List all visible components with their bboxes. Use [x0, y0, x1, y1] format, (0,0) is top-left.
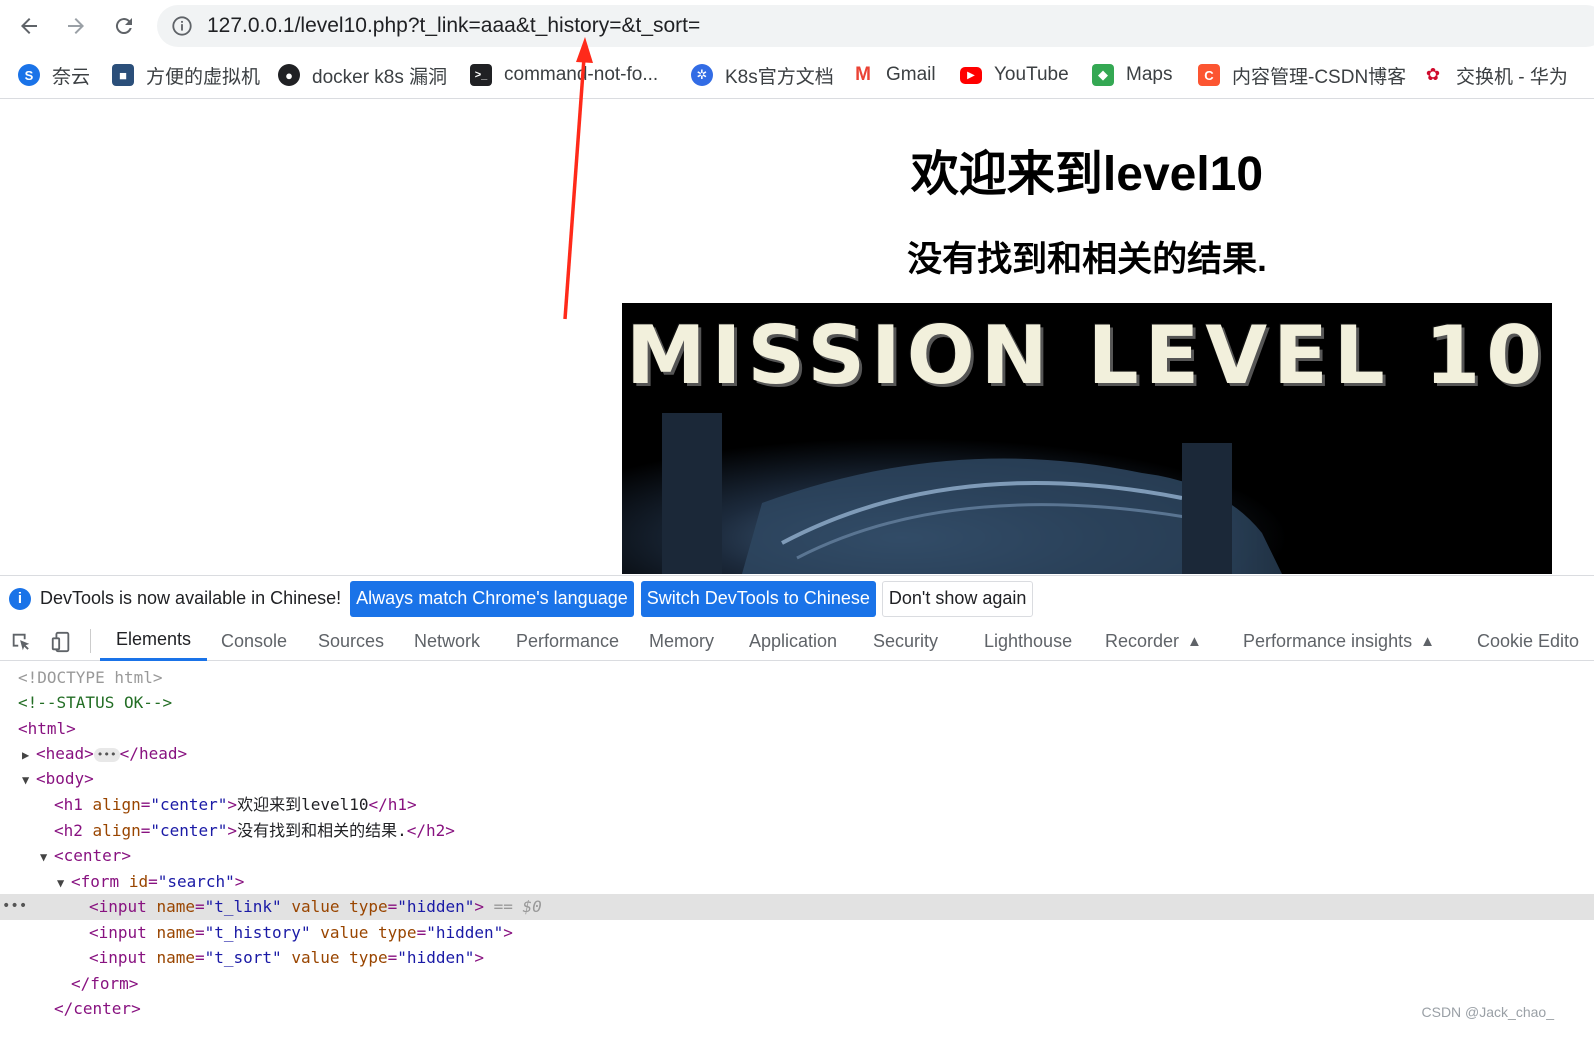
dom-node-input-t-history[interactable]: <input name="t_history" value type="hidd… [0, 920, 1594, 946]
maps-icon: ◆ [1092, 64, 1114, 86]
toolbar-divider [90, 629, 91, 653]
arrow-right-icon [68, 18, 84, 34]
bookmark-docker[interactable]: ● docker k8s 漏洞 [278, 61, 447, 89]
page-viewport: 欢迎来到level10 没有找到和相关的结果. MISSION LEVEL 10 [0, 100, 1594, 574]
bookmark-label: command-not-fo... [504, 64, 659, 85]
bookmark-maps[interactable]: ◆ Maps [1092, 61, 1172, 89]
tab-recorder[interactable]: Recorder ▲ [1105, 621, 1202, 661]
url-text[interactable]: 127.0.0.1/level10.php?t_link=aaa&t_histo… [207, 14, 700, 38]
tab-cookie-editor[interactable]: Cookie Edito [1477, 621, 1579, 661]
bookmarks-bar: S 奈云 ■ 方便的虚拟机 ● docker k8s 漏洞 >_ command… [0, 52, 1594, 99]
reload-button[interactable] [106, 8, 142, 44]
tab-elements[interactable]: Elements [100, 621, 208, 661]
dom-node-head[interactable]: ▶ <head> ••• </head> [0, 741, 1594, 767]
page-heading: 欢迎来到level10 [910, 148, 1264, 201]
forward-button[interactable] [58, 8, 94, 44]
dom-node-center[interactable]: ▼ <center> [0, 843, 1594, 869]
experiment-flask-icon: ▲ [1420, 632, 1435, 650]
devtools-tabbar: Elements Console Sources Network Perform… [0, 621, 1594, 661]
mission-banner-image: MISSION LEVEL 10 [622, 303, 1552, 574]
browser-toolbar: 127.0.0.1/level10.php?t_link=aaa&t_histo… [0, 0, 1594, 52]
kubernetes-icon: ✲ [691, 64, 713, 86]
banner-title: MISSION LEVEL 10 [626, 309, 1548, 402]
info-icon: i [9, 587, 31, 610]
expand-triangle-icon[interactable]: ▶ [22, 743, 36, 769]
tab-security[interactable]: Security [873, 621, 938, 661]
elements-dom-tree: <!DOCTYPE html> <!--STATUS OK--> <html> … [0, 664, 1594, 1046]
bookmark-gmail[interactable]: M Gmail [852, 61, 936, 89]
bookmark-label: YouTube [994, 64, 1069, 85]
cursor-select-icon [12, 633, 30, 651]
bookmark-label: Gmail [886, 64, 936, 85]
info-icon[interactable] [171, 15, 193, 37]
tab-performance-insights[interactable]: Performance insights ▲ [1243, 621, 1435, 661]
dom-node-html[interactable]: <html> [0, 716, 1594, 742]
ellipsis-icon[interactable]: ••• [93, 747, 120, 762]
bookmark-label: Maps [1126, 64, 1173, 85]
bookmark-label: 交换机 - 华为 [1456, 66, 1568, 88]
dom-node-center-close[interactable]: </center> [0, 996, 1594, 1022]
github-icon: ● [278, 64, 300, 86]
tab-application[interactable]: Application [749, 621, 837, 661]
bookmark-label: K8s官方文档 [725, 66, 834, 88]
bookmark-label: 内容管理-CSDN博客 [1232, 66, 1407, 88]
always-match-language-button[interactable]: Always match Chrome's language [350, 580, 634, 617]
tab-recorder-label: Recorder [1105, 630, 1180, 651]
terminal-icon: >_ [470, 64, 492, 86]
devtools-language-infobar: i DevTools is now available in Chinese! … [0, 575, 1594, 621]
dom-node-h2[interactable]: <h2 align="center">没有找到和相关的结果.</h2> [0, 818, 1594, 844]
bookmark-vm[interactable]: ■ 方便的虚拟机 [112, 61, 260, 89]
dom-node-form[interactable]: ▼ <form id="search"> [0, 869, 1594, 895]
switch-to-chinese-button[interactable]: Switch DevTools to Chinese [640, 580, 876, 617]
more-options-icon[interactable]: ••• [2, 894, 27, 920]
arrow-left-icon [21, 18, 37, 34]
dont-show-again-button[interactable]: Don't show again [881, 580, 1034, 617]
bookmark-youtube[interactable]: ▶ YouTube [960, 61, 1069, 89]
tab-sources[interactable]: Sources [318, 621, 384, 661]
dom-node-doctype[interactable]: <!DOCTYPE html> [0, 665, 1594, 691]
reload-icon [115, 18, 132, 35]
dom-node-form-close[interactable]: </form> [0, 971, 1594, 997]
back-button[interactable] [11, 8, 47, 44]
tab-memory[interactable]: Memory [649, 621, 714, 661]
bookmark-huawei[interactable]: ✿ 交换机 - 华为 [1422, 61, 1568, 89]
naiyun-icon: S [18, 64, 40, 86]
tab-console[interactable]: Console [221, 621, 287, 661]
bookmark-naiyun[interactable]: S 奈云 [18, 61, 90, 89]
csdn-watermark: CSDN @Jack_chao_ [1421, 1004, 1555, 1020]
dom-node-h1[interactable]: <h1 align="center">欢迎来到level10</h1> [0, 792, 1594, 818]
box-icon: ■ [112, 64, 134, 86]
infobar-message: DevTools is now available in Chinese! [40, 588, 342, 608]
collapse-triangle-icon[interactable]: ▼ [40, 845, 54, 871]
bookmark-k8s[interactable]: ✲ K8s官方文档 [691, 61, 834, 89]
csdn-icon: C [1198, 64, 1220, 86]
device-icon [51, 631, 70, 653]
dom-node-body[interactable]: ▼ <body> [0, 766, 1594, 792]
dom-node-comment[interactable]: <!--STATUS OK--> [0, 690, 1594, 716]
tab-lighthouse[interactable]: Lighthouse [984, 621, 1072, 661]
page-subheading: 没有找到和相关的结果. [907, 240, 1267, 279]
collapse-triangle-icon[interactable]: ▼ [57, 871, 71, 897]
device-toolbar-button[interactable] [48, 629, 74, 655]
tab-network[interactable]: Network [414, 621, 480, 661]
dom-node-input-t-sort[interactable]: <input name="t_sort" value type="hidden"… [0, 945, 1594, 971]
inspect-element-button[interactable] [8, 629, 34, 655]
collapse-triangle-icon[interactable]: ▼ [22, 768, 36, 794]
tab-performance-insights-label: Performance insights [1243, 630, 1413, 651]
tab-performance[interactable]: Performance [516, 621, 619, 661]
huawei-icon: ✿ [1422, 64, 1444, 86]
dom-node-input-t-link[interactable]: ••• <input name="t_link" value type="hidd… [0, 894, 1594, 920]
gmail-icon: M [852, 64, 874, 86]
bookmark-label: 奈云 [52, 66, 91, 88]
bookmark-label: docker k8s 漏洞 [312, 66, 448, 88]
experiment-flask-icon: ▲ [1187, 632, 1202, 650]
bookmark-csdn[interactable]: C 内容管理-CSDN博客 [1198, 61, 1406, 89]
bookmark-label: 方便的虚拟机 [146, 66, 261, 88]
youtube-icon: ▶ [960, 66, 982, 84]
bookmark-command[interactable]: >_ command-not-fo... [470, 61, 658, 89]
address-bar[interactable]: 127.0.0.1/level10.php?t_link=aaa&t_histo… [157, 5, 1594, 47]
